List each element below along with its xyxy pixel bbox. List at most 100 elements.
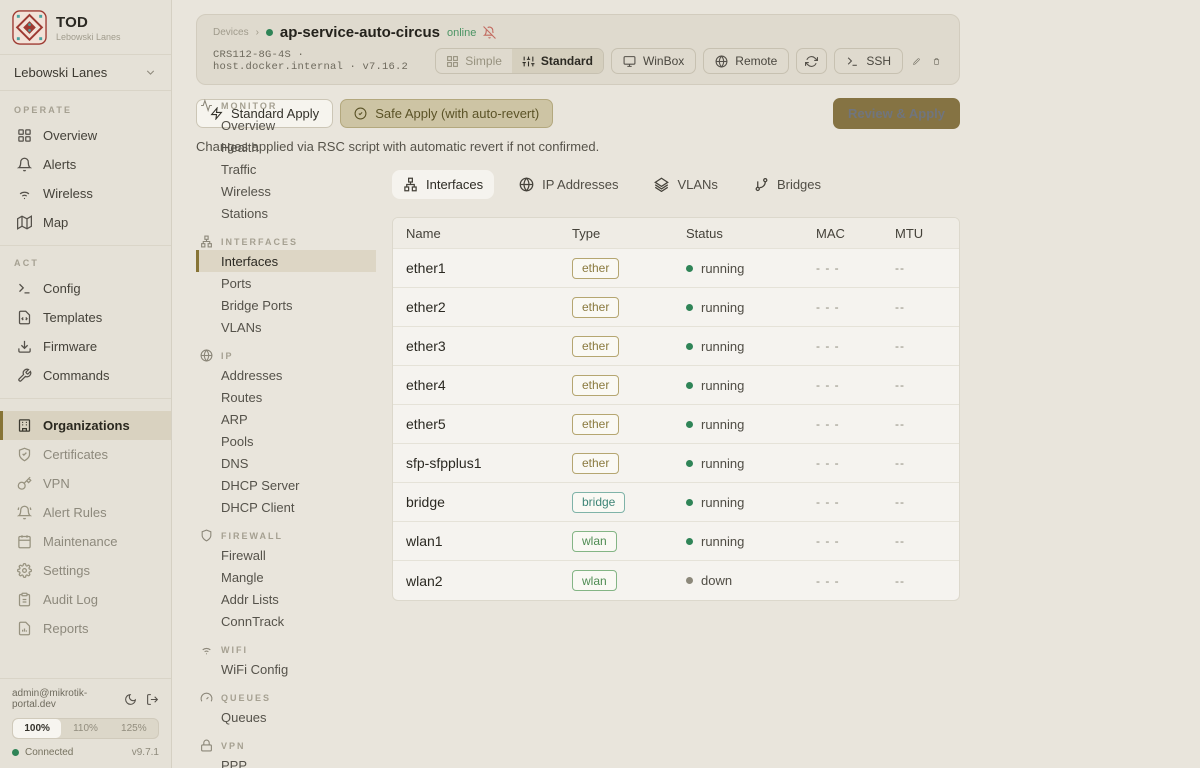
interface-name: ether5: [393, 416, 559, 432]
section-label-operate: OPERATE: [0, 95, 171, 121]
sidebar-item-alert-rules[interactable]: Alert Rules: [0, 498, 171, 527]
view-standard-button[interactable]: Standard: [512, 49, 603, 73]
table-row-ether1[interactable]: ether1 ether running - - - --: [393, 249, 959, 288]
device-nav-item-health[interactable]: Health: [196, 136, 392, 158]
device-nav-item-wifi-config[interactable]: WiFi Config: [196, 658, 392, 680]
table-row-ether5[interactable]: ether5 ether running - - - --: [393, 405, 959, 444]
device-nav-item-wireless[interactable]: Wireless: [196, 180, 392, 202]
type-badge: ether: [572, 336, 619, 357]
device-nav-section-wifi: WIFI: [221, 645, 248, 655]
column-header-mtu: MTU: [882, 226, 959, 241]
device-nav-item-ppp[interactable]: PPP: [196, 754, 392, 768]
interface-name: ether2: [393, 299, 559, 315]
grid-icon: [446, 55, 459, 68]
table-row-wlan1[interactable]: wlan1 wlan running - - - --: [393, 522, 959, 561]
table-row-ether2[interactable]: ether2 ether running - - - --: [393, 288, 959, 327]
device-nav-item-bridge-ports[interactable]: Bridge Ports: [196, 294, 392, 316]
bell-ring-icon: [17, 505, 32, 520]
clipboard-icon: [17, 592, 32, 607]
app-logo-row: TOD Lebowski Lanes: [0, 0, 171, 54]
zoom-option-110[interactable]: 110%: [61, 719, 109, 738]
sidebar-item-vpn[interactable]: VPN: [0, 469, 171, 498]
sidebar-item-overview[interactable]: Overview: [0, 121, 171, 150]
bell-off-icon[interactable]: [483, 26, 496, 39]
interface-name: ether4: [393, 377, 559, 393]
moon-icon[interactable]: [124, 693, 137, 706]
status-dot: [686, 499, 693, 506]
review-apply-button[interactable]: Review & Apply: [833, 98, 960, 129]
delete-trash-icon[interactable]: [930, 55, 943, 68]
device-nav-item-vlans[interactable]: VLANs: [196, 316, 392, 338]
breadcrumb[interactable]: Devices: [213, 27, 249, 38]
winbox-button[interactable]: WinBox: [611, 48, 696, 74]
device-nav-item-addr-lists[interactable]: Addr Lists: [196, 588, 392, 610]
edit-pencil-icon[interactable]: [910, 55, 923, 68]
tab-interfaces[interactable]: Interfaces: [392, 170, 494, 199]
view-simple-button[interactable]: Simple: [436, 49, 512, 73]
sidebar-item-maintenance[interactable]: Maintenance: [0, 527, 171, 556]
safe-apply-label: Safe Apply (with auto-revert): [375, 106, 539, 121]
device-nav-section-interfaces: INTERFACES: [221, 237, 298, 247]
table-row-wlan2[interactable]: wlan2 wlan down - - - --: [393, 561, 959, 600]
device-nav-item-queues[interactable]: Queues: [196, 706, 392, 728]
device-nav-item-mangle[interactable]: Mangle: [196, 566, 392, 588]
device-nav-item-traffic[interactable]: Traffic: [196, 158, 392, 180]
sidebar-item-reports[interactable]: Reports: [0, 614, 171, 643]
refresh-button[interactable]: [796, 48, 827, 74]
device-nav-item-dhcp-server[interactable]: DHCP Server: [196, 474, 392, 496]
tab-bridges[interactable]: Bridges: [743, 170, 832, 199]
network-icon: [403, 177, 418, 192]
device-nav-item-stations[interactable]: Stations: [196, 202, 392, 224]
sidebar-item-firmware[interactable]: Firmware: [0, 332, 171, 361]
logout-icon[interactable]: [146, 693, 159, 706]
mtu-value: --: [882, 495, 959, 509]
chevron-down-icon: [144, 66, 157, 79]
breadcrumb-separator: ›: [256, 27, 259, 38]
interface-name: wlan1: [393, 533, 559, 549]
ssh-button[interactable]: SSH: [834, 48, 903, 74]
mtu-value: --: [882, 574, 959, 588]
sidebar-item-settings[interactable]: Settings: [0, 556, 171, 585]
table-row-ether4[interactable]: ether4 ether running - - - --: [393, 366, 959, 405]
terminal-icon: [17, 281, 32, 296]
sidebar-item-wireless[interactable]: Wireless: [0, 179, 171, 208]
device-nav-item-interfaces[interactable]: Interfaces: [196, 250, 376, 272]
tab-ip-addresses[interactable]: IP Addresses: [508, 170, 629, 199]
device-nav-item-addresses[interactable]: Addresses: [196, 364, 392, 386]
connection-status: Connected: [25, 747, 73, 758]
mac-value: - - -: [803, 534, 882, 548]
table-row-bridge[interactable]: bridge bridge running - - - --: [393, 483, 959, 522]
remote-label: Remote: [735, 54, 777, 68]
mtu-value: --: [882, 339, 959, 353]
device-nav-item-dns[interactable]: DNS: [196, 452, 392, 474]
winbox-label: WinBox: [643, 54, 684, 68]
sidebar-item-certificates[interactable]: Certificates: [0, 440, 171, 469]
device-nav-item-routes[interactable]: Routes: [196, 386, 392, 408]
device-nav-item-pools[interactable]: Pools: [196, 430, 392, 452]
type-badge: ether: [572, 414, 619, 435]
sidebar-item-config[interactable]: Config: [0, 274, 171, 303]
mac-value: - - -: [803, 261, 882, 275]
sidebar-item-label: VPN: [43, 476, 70, 491]
org-selector-value: Lebowski Lanes: [14, 65, 107, 80]
sidebar-item-templates[interactable]: Templates: [0, 303, 171, 332]
sidebar-item-organizations[interactable]: Organizations: [0, 411, 171, 440]
device-nav-item-dhcp-client[interactable]: DHCP Client: [196, 496, 392, 518]
zoom-option-125[interactable]: 125%: [110, 719, 158, 738]
sidebar-item-map[interactable]: Map: [0, 208, 171, 237]
device-nav-item-overview[interactable]: Overview: [196, 114, 392, 136]
tab-vlans[interactable]: VLANs: [643, 170, 728, 199]
sidebar-item-audit-log[interactable]: Audit Log: [0, 585, 171, 614]
org-selector[interactable]: Lebowski Lanes: [0, 55, 171, 90]
device-nav-section-vpn: VPN: [221, 741, 246, 751]
sidebar-item-alerts[interactable]: Alerts: [0, 150, 171, 179]
zoom-option-100[interactable]: 100%: [13, 719, 61, 738]
device-nav-item-firewall[interactable]: Firewall: [196, 544, 392, 566]
device-nav-item-ports[interactable]: Ports: [196, 272, 392, 294]
table-row-sfp-sfpplus1[interactable]: sfp-sfpplus1 ether running - - - --: [393, 444, 959, 483]
device-nav-item-arp[interactable]: ARP: [196, 408, 392, 430]
device-nav-item-conntrack[interactable]: ConnTrack: [196, 610, 392, 632]
sidebar-item-commands[interactable]: Commands: [0, 361, 171, 390]
remote-button[interactable]: Remote: [703, 48, 789, 74]
table-row-ether3[interactable]: ether3 ether running - - - --: [393, 327, 959, 366]
